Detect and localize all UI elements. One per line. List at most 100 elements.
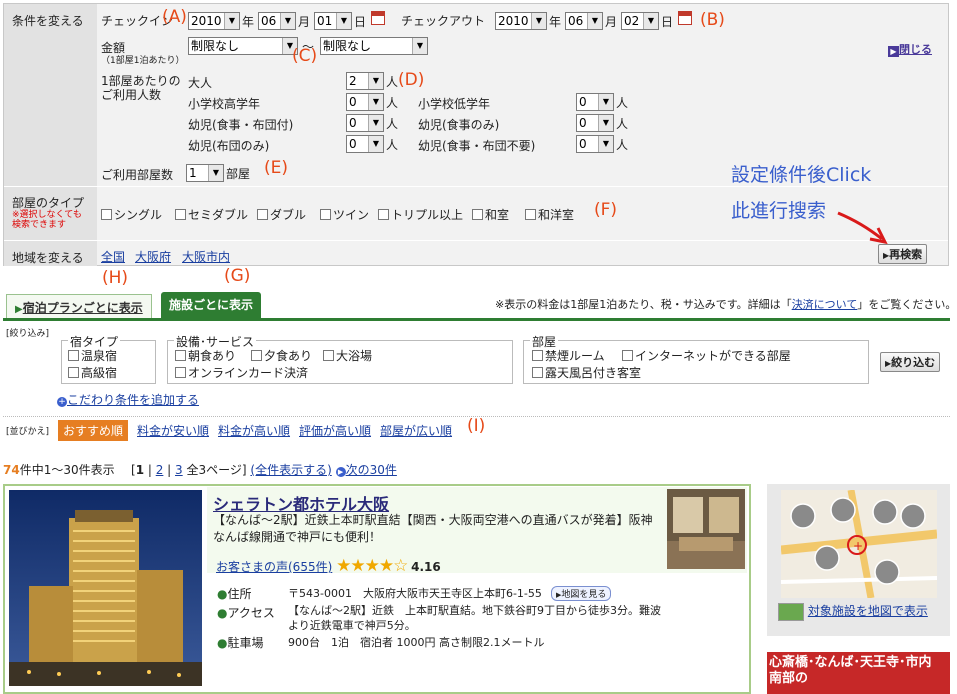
area-link-osaka-pref[interactable]: 大阪府 bbox=[135, 248, 171, 265]
research-button[interactable]: ▶再検索 bbox=[878, 244, 928, 264]
close-button[interactable]: ▶ 閉じる bbox=[888, 41, 932, 57]
filter-luxury[interactable]: 高級宿 bbox=[68, 364, 117, 381]
arrow-icon bbox=[837, 211, 888, 245]
page-2[interactable]: 2 bbox=[156, 463, 164, 477]
area-banner[interactable]: 心斎橋･なんば･天王寺･市内 南部の bbox=[767, 652, 950, 694]
child-count-select[interactable]: 0 ▼ bbox=[346, 135, 384, 153]
calendar-icon[interactable] bbox=[371, 11, 385, 25]
search-panel: 条件を変える チェックイン (A) 2010 ▼ 年 06 ▼ 月 01 ▼ 日 チェ… bbox=[3, 3, 949, 266]
price-max-select[interactable]: 制限なし ▼ bbox=[320, 37, 428, 55]
child-count-select[interactable]: 0 ▼ bbox=[346, 114, 384, 132]
child-count-select[interactable]: 0 ▼ bbox=[576, 114, 614, 132]
checkin-month-select[interactable]: 06 ▼ bbox=[258, 12, 296, 30]
chevron-down-icon: ▼ bbox=[598, 136, 613, 152]
room-type-label: 部屋のタイプ bbox=[12, 196, 85, 210]
child-label: 小学校低学年 bbox=[418, 97, 491, 111]
parking-value: 900台 1泊 宿泊者 1000円 高さ制限2.1メートル bbox=[288, 636, 545, 649]
area-link-national[interactable]: 全国 bbox=[101, 248, 125, 265]
rooms-unit: 部屋 bbox=[226, 167, 251, 181]
child-label: 幼児(布団のみ) bbox=[188, 139, 270, 153]
room-photo[interactable] bbox=[667, 489, 745, 569]
chevron-down-icon: ▼ bbox=[598, 115, 613, 131]
room-type-japanese[interactable]: 和室 bbox=[472, 206, 509, 223]
annotation-i: (I) bbox=[467, 416, 486, 436]
chevron-down-icon: ▼ bbox=[368, 115, 383, 131]
filter-breakfast[interactable]: 朝食あり bbox=[175, 347, 236, 364]
chevron-down-icon: ▼ bbox=[280, 13, 295, 29]
room-type-triple[interactable]: トリプル以上 bbox=[378, 206, 463, 223]
reviews-link[interactable]: お客さまの声(655件) bbox=[216, 560, 332, 574]
tab-plan[interactable]: ▶宿泊プランごとに表示 bbox=[6, 294, 152, 318]
add-conditions-link[interactable]: +こだわり条件を追加する bbox=[57, 391, 199, 408]
person-unit: 人 bbox=[386, 138, 399, 152]
map-link-row[interactable]: 対象施設を地図で表示 bbox=[778, 602, 928, 621]
hotel-description: 【なんば～2駅】近鉄上本町駅直結【関西・大阪両空港への直通バスが発着】阪神なんば… bbox=[213, 513, 653, 544]
chevron-down-icon: ▼ bbox=[368, 136, 383, 152]
area-map[interactable]: + bbox=[781, 490, 937, 598]
sort-recommended[interactable]: おすすめ順 bbox=[58, 420, 129, 441]
child-label: 幼児(食事のみ) bbox=[418, 118, 500, 132]
rooms-label: ご利用部屋数 bbox=[101, 168, 174, 182]
filter-nonsmoking[interactable]: 禁煙ルーム bbox=[532, 347, 605, 364]
child-label: 小学校高学年 bbox=[188, 97, 261, 111]
play-icon: ▶ bbox=[15, 304, 23, 315]
filter-internet[interactable]: インターネットができる部屋 bbox=[622, 347, 791, 364]
chevron-down-icon: ▼ bbox=[208, 165, 223, 181]
child-count-select[interactable]: 0 ▼ bbox=[576, 135, 614, 153]
rooms-count-select[interactable]: 1 ▼ bbox=[186, 164, 224, 182]
map-icon bbox=[778, 602, 804, 621]
checkin-year-select[interactable]: 2010 ▼ bbox=[188, 12, 240, 30]
chevron-down-icon: ▼ bbox=[368, 94, 383, 110]
adult-count-select[interactable]: 2 ▼ bbox=[346, 72, 384, 90]
calendar-icon[interactable] bbox=[678, 11, 692, 25]
parking-row: ●駐車場 bbox=[217, 636, 264, 650]
filter-dinner[interactable]: 夕食あり bbox=[251, 347, 312, 364]
room-type-japanese-western[interactable]: 和洋室 bbox=[525, 206, 574, 223]
sort-room-size[interactable]: 部屋が広い順 bbox=[380, 422, 452, 439]
day-unit: 日 bbox=[354, 15, 367, 29]
tab-facility[interactable]: 施設ごとに表示 bbox=[161, 292, 262, 318]
child-label: 幼児(食事・布団付) bbox=[188, 118, 294, 132]
checkin-day-select[interactable]: 01 ▼ bbox=[314, 12, 352, 30]
hotel-photo[interactable] bbox=[9, 490, 202, 686]
pagination: [1 | 2 | 3 全3ページ] (全件表示する) ▶ 次の30件 bbox=[131, 463, 397, 477]
filter-bath[interactable]: 大浴場 bbox=[323, 347, 372, 364]
filter-online-card[interactable]: オンラインカード決済 bbox=[175, 364, 308, 381]
next-page-link[interactable]: 次の30件 bbox=[346, 463, 397, 477]
room-type-twin[interactable]: ツイン bbox=[320, 206, 369, 223]
room-type-semidouble[interactable]: セミダブル bbox=[175, 206, 248, 223]
day-unit: 日 bbox=[661, 15, 674, 29]
room-type-double[interactable]: ダブル bbox=[257, 206, 306, 223]
month-unit: 月 bbox=[298, 15, 311, 29]
apply-filter-button[interactable]: ▶絞り込む bbox=[880, 352, 941, 372]
sort-rating[interactable]: 評価が高い順 bbox=[299, 422, 371, 439]
access-value: 【なんば～2駅】近鉄 上本町駅直結。地下鉄谷町9丁目から徒歩3分。難波より近鉄電… bbox=[288, 604, 661, 632]
child-label: 幼児(食事・布団不要) bbox=[418, 139, 536, 153]
price-min-select[interactable]: 制限なし ▼ bbox=[188, 37, 298, 55]
person-unit: 人 bbox=[616, 138, 629, 152]
page-3[interactable]: 3 bbox=[175, 463, 183, 477]
child-count-select[interactable]: 0 ▼ bbox=[346, 93, 384, 111]
chevron-down-icon: ▼ bbox=[643, 13, 658, 29]
show-all-link[interactable]: (全件表示する) bbox=[250, 463, 331, 477]
chevron-down-icon: ▼ bbox=[531, 13, 546, 29]
checkout-day-select[interactable]: 02 ▼ bbox=[621, 12, 659, 30]
checkout-month-select[interactable]: 06 ▼ bbox=[565, 12, 603, 30]
view-map-button[interactable]: ▶地図を見る bbox=[551, 586, 612, 601]
checkout-year-select[interactable]: 2010 ▼ bbox=[495, 12, 547, 30]
sort-price-high[interactable]: 料金が高い順 bbox=[218, 422, 290, 439]
area-link-osaka-city[interactable]: 大阪市内 bbox=[182, 248, 230, 265]
payment-link[interactable]: 決済について bbox=[792, 298, 858, 311]
address-value: 〒543-0001 大阪府大阪市天王寺区上本町6-1-55 bbox=[288, 587, 542, 600]
play-icon: ▶ bbox=[888, 46, 899, 57]
filter-open-air-bath[interactable]: 露天風呂付き客室 bbox=[532, 364, 641, 381]
sort-price-low[interactable]: 料金が安い順 bbox=[137, 422, 209, 439]
room-type-single[interactable]: シングル bbox=[101, 206, 162, 223]
month-unit: 月 bbox=[605, 15, 618, 29]
area-label: 地域を変える bbox=[12, 251, 84, 265]
page-1: 1 bbox=[135, 463, 145, 477]
child-count-select[interactable]: 0 ▼ bbox=[576, 93, 614, 111]
divider bbox=[4, 240, 948, 241]
filter-onsen[interactable]: 温泉宿 bbox=[68, 347, 117, 364]
star-rating-icon: ★★★★☆ bbox=[336, 556, 408, 576]
